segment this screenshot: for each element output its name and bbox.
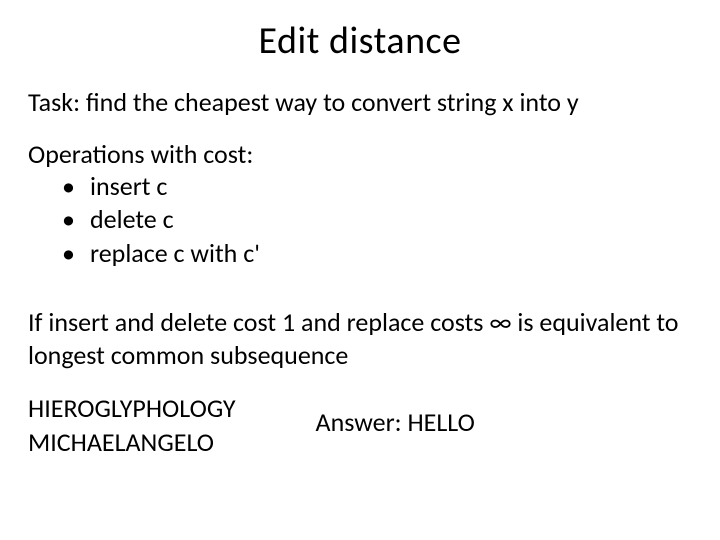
operations-heading: Operations with cost: [28, 138, 692, 170]
list-item: replace c with c' [62, 237, 692, 270]
slide: Edit distance Task: find the cheapest wa… [0, 0, 720, 540]
task-line: Task: find the cheapest way to convert s… [28, 86, 692, 118]
word-a: HIEROGLYPHOLOGY [28, 392, 236, 425]
answer-line: Answer: HELLO [316, 392, 475, 438]
equivalence-line: If insert and delete cost 1 and replace … [28, 306, 692, 373]
word-b: MICHAELANGELO [28, 426, 236, 459]
list-item: delete c [62, 203, 692, 236]
list-item: insert c [62, 170, 692, 203]
operations-list: insert c delete c replace c with c' [28, 170, 692, 270]
bottom-row: HIEROGLYPHOLOGY MICHAELANGELO Answer: HE… [28, 392, 692, 459]
slide-title: Edit distance [28, 18, 692, 64]
example-words: HIEROGLYPHOLOGY MICHAELANGELO [28, 392, 236, 459]
operations-block: Operations with cost: insert c delete c … [28, 138, 692, 270]
